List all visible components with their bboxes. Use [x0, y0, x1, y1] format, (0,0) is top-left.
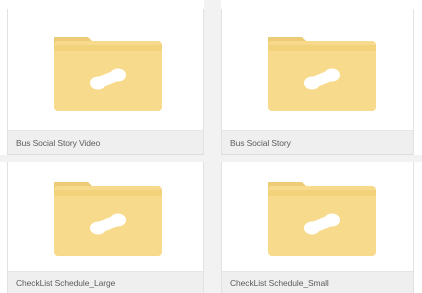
- folder-tile[interactable]: CheckList Schedule_Small: [221, 162, 414, 293]
- folder-label-bar[interactable]: Bus Social Story Video: [8, 130, 203, 154]
- folder-tile[interactable]: Bus Social Story: [221, 9, 414, 155]
- grid-gutter: [204, 0, 221, 293]
- grid-row-gap: [0, 155, 422, 162]
- folder-thumbnail[interactable]: [8, 9, 203, 131]
- folder-label-bar[interactable]: CheckList Schedule_Large: [8, 271, 203, 293]
- folder-thumbnail[interactable]: [222, 9, 413, 131]
- shared-folder-icon: [54, 182, 162, 256]
- shared-folder-icon: [268, 37, 376, 111]
- shared-folder-icon: [54, 37, 162, 111]
- folder-grid: Bus Social Story Video Bus Social Story: [0, 0, 422, 293]
- shared-folder-icon: [268, 182, 376, 256]
- folder-thumbnail[interactable]: [8, 162, 203, 269]
- folder-tile[interactable]: CheckList Schedule_Large: [7, 162, 204, 293]
- folder-name: Bus Social Story: [230, 137, 291, 148]
- folder-label-bar[interactable]: Bus Social Story: [222, 130, 413, 154]
- folder-name: CheckList Schedule_Large: [16, 277, 116, 288]
- folder-name: Bus Social Story Video: [16, 137, 101, 148]
- folder-tile[interactable]: Bus Social Story Video: [7, 9, 204, 155]
- folder-thumbnail[interactable]: [222, 162, 413, 269]
- folder-name: CheckList Schedule_Small: [230, 277, 329, 288]
- folder-label-bar[interactable]: CheckList Schedule_Small: [222, 271, 413, 293]
